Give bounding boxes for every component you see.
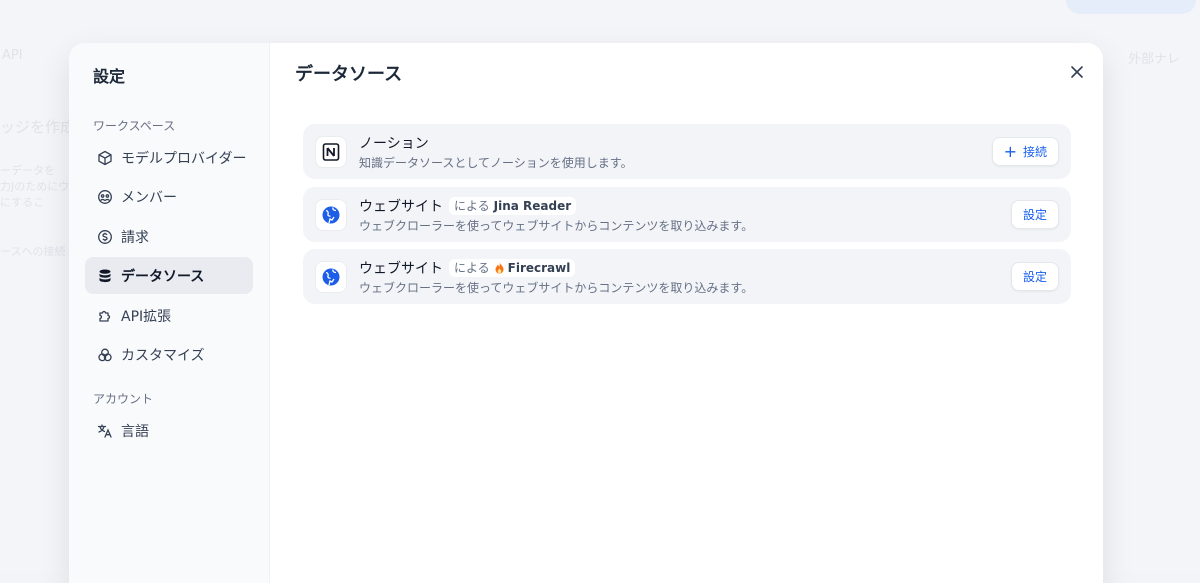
provider-badge: による Firecrawl <box>449 258 576 277</box>
sidebar-item-label: データソース <box>121 268 205 285</box>
sidebar-title: 設定 <box>93 67 126 86</box>
sidebar-item-label: 請求 <box>121 229 149 246</box>
sidebar-item-label: モデルプロバイダー <box>121 150 247 167</box>
close-button[interactable] <box>1065 61 1089 85</box>
sidebar-item-api-extension[interactable]: API拡張 <box>85 297 253 334</box>
website-icon <box>315 198 347 231</box>
sidebar-group-workspace: ワークスペース <box>93 119 176 133</box>
data-source-name: ウェブサイト <box>359 198 443 215</box>
provider-name: Firecrawl <box>507 260 571 275</box>
configure-button-label: 設定 <box>1022 208 1047 222</box>
connect-button[interactable]: + 接続 <box>991 137 1059 166</box>
sidebar-item-billing[interactable]: 請求 <box>85 218 253 255</box>
data-source-description: ウェブクローラーを使ってウェブサイトからコンテンツを取り込みます。 <box>359 218 754 233</box>
page-title: データソース <box>295 64 403 85</box>
notion-icon <box>315 135 347 168</box>
data-source-card-firecrawl: ウェブサイト による Firecrawl ウェブクローラーを使ってウェブサイトか… <box>303 249 1071 304</box>
provider-prefix: による <box>454 261 490 275</box>
data-source-name: ノーション <box>359 135 429 152</box>
settings-main-panel: データソース ノーション 知識データソースとしてノーションを使用します。 + 接… <box>270 43 1103 583</box>
data-source-card-jina-reader: ウェブサイト による Jina Reader ウェブクローラーを使ってウェブサイ… <box>303 187 1071 242</box>
sidebar-group-account: アカウント <box>93 392 154 406</box>
provider-prefix: による <box>454 199 490 213</box>
sidebar-item-language[interactable]: 言語 <box>85 412 253 449</box>
provider-name: Jina Reader <box>493 198 572 213</box>
connect-button-label: 接続 <box>1022 145 1047 159</box>
configure-button[interactable]: 設定 <box>1010 200 1059 229</box>
plus-icon: + <box>1003 141 1017 161</box>
data-source-name: ウェブサイト <box>359 260 443 277</box>
settings-sidebar: 設定 ワークスペース モデルプロバイダー メンバー 請求 データソース API拡… <box>69 43 270 583</box>
close-icon <box>1070 64 1084 83</box>
background-text: ーデータを <box>0 164 55 177</box>
configure-button[interactable]: 設定 <box>1010 262 1059 291</box>
background-text: ースへの接続 <box>0 245 66 258</box>
provider-badge: による Jina Reader <box>449 196 577 215</box>
sidebar-item-label: API拡張 <box>121 308 172 325</box>
sidebar-item-data-source[interactable]: データソース <box>85 257 253 294</box>
data-source-description: 知識データソースとしてノーションを使用します。 <box>359 155 633 170</box>
configure-button-label: 設定 <box>1022 270 1047 284</box>
customize-icon <box>97 347 113 363</box>
data-source-card-notion: ノーション 知識データソースとしてノーションを使用します。 + 接続 <box>303 124 1071 179</box>
background-text: ッジを作成 <box>0 118 76 136</box>
sidebar-item-customize[interactable]: カスタマイズ <box>85 336 253 373</box>
translate-icon <box>97 423 113 439</box>
members-icon <box>97 189 113 205</box>
billing-icon <box>97 229 113 245</box>
background-text: API <box>2 48 23 63</box>
sidebar-item-model-provider[interactable]: モデルプロバイダー <box>85 139 253 176</box>
settings-modal: 設定 ワークスペース モデルプロバイダー メンバー 請求 データソース API拡… <box>69 43 1103 583</box>
database-icon <box>97 268 113 284</box>
sidebar-item-label: メンバー <box>121 189 177 206</box>
website-icon <box>315 260 347 293</box>
background-pill <box>1066 0 1196 14</box>
background-text: にするこ <box>0 196 45 209</box>
cube-icon <box>97 150 113 166</box>
sidebar-item-members[interactable]: メンバー <box>85 178 253 215</box>
sidebar-item-label: 言語 <box>121 423 149 440</box>
fire-icon <box>494 261 505 274</box>
background-text: 外部ナレ <box>1128 52 1181 67</box>
puzzle-icon <box>97 308 113 324</box>
data-source-description: ウェブクローラーを使ってウェブサイトからコンテンツを取り込みます。 <box>359 280 754 295</box>
sidebar-item-label: カスタマイズ <box>121 347 205 364</box>
